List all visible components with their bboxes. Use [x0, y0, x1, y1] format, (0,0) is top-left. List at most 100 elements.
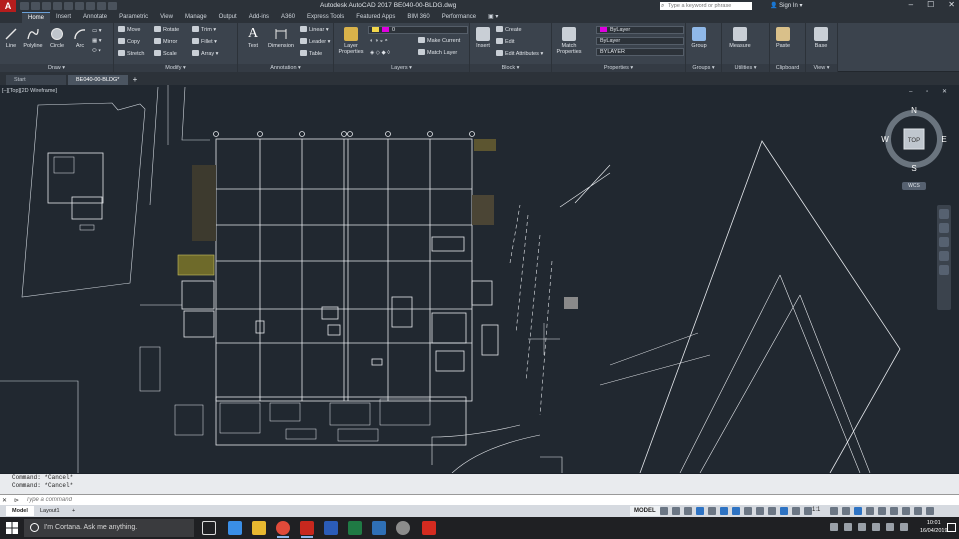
tab-home[interactable]: Home	[22, 12, 51, 23]
open-file-icon[interactable]	[31, 2, 40, 10]
add-layout-button[interactable]: +	[66, 506, 81, 516]
paste-button[interactable]: Paste	[772, 27, 794, 49]
acrobat-icon[interactable]	[422, 521, 436, 535]
tab-manage[interactable]: Manage	[179, 12, 213, 23]
annotation-monitor-icon[interactable]	[842, 507, 850, 515]
steering-wheel-icon[interactable]	[939, 209, 949, 219]
edge-browser-icon[interactable]	[228, 521, 242, 535]
ellipse-icon[interactable]: ⬭ ▾	[92, 47, 101, 55]
workspace-dropdown-icon[interactable]	[108, 2, 117, 10]
transparency-icon[interactable]	[756, 507, 764, 515]
mirror-button[interactable]: Mirror	[154, 38, 177, 46]
autoscale-icon[interactable]	[792, 507, 800, 515]
hatch-icon[interactable]: ▦ ▾	[92, 37, 102, 45]
workspace-switch-icon[interactable]	[830, 507, 838, 515]
annotation-visibility-icon[interactable]	[780, 507, 788, 515]
annotation-scale-icon[interactable]	[804, 507, 812, 515]
system-clock[interactable]: 10:01 16/04/2019	[920, 519, 948, 535]
plot-icon[interactable]	[64, 2, 73, 10]
tab-model[interactable]: Model	[6, 506, 34, 516]
model-space-toggle[interactable]: MODEL	[630, 506, 660, 516]
table-button[interactable]: Table	[300, 50, 322, 58]
polar-tracking-icon[interactable]	[696, 507, 704, 515]
tab-annotate[interactable]: Annotate	[77, 12, 113, 23]
chrome-icon[interactable]	[276, 521, 290, 538]
array-button[interactable]: Array ▾	[192, 50, 218, 58]
layer-properties-button[interactable]: Layer Properties	[336, 27, 366, 55]
object-snap-tracking-icon[interactable]	[720, 507, 728, 515]
task-view-icon[interactable]	[202, 521, 216, 535]
linear-dim-button[interactable]: Linear ▾	[300, 26, 329, 34]
clean-screen-icon[interactable]	[914, 507, 922, 515]
application-menu-button[interactable]: A	[0, 0, 16, 12]
help-search-input[interactable]: ⌕ Type a keyword or phrase	[660, 2, 752, 10]
tab-insert[interactable]: Insert	[50, 12, 77, 23]
insert-block-button[interactable]: Insert	[472, 27, 494, 49]
new-tab-button[interactable]: +	[130, 75, 140, 85]
command-input[interactable]	[26, 495, 326, 505]
modify-panel-title[interactable]: Modify ▾	[114, 64, 237, 72]
outlook-icon[interactable]	[372, 521, 386, 535]
trim-button[interactable]: Trim ▾	[192, 26, 216, 34]
tab-view[interactable]: View	[154, 12, 179, 23]
close-window-button[interactable]: ✕	[948, 0, 955, 9]
measure-button[interactable]: Measure	[726, 27, 754, 49]
lineweight-dropdown[interactable]: BYLAYER	[596, 48, 684, 56]
compass-west-label[interactable]: W	[881, 135, 889, 144]
match-layer-button[interactable]: Match Layer	[418, 49, 457, 57]
text-button[interactable]: A Text	[242, 27, 264, 50]
layers-panel-title[interactable]: Layers ▾	[334, 64, 469, 72]
base-view-button[interactable]: Base	[810, 27, 832, 49]
line-button[interactable]: Line	[0, 27, 22, 49]
rectangle-icon[interactable]: ▭ ▾	[92, 27, 102, 35]
tab-parametric[interactable]: Parametric	[113, 12, 154, 23]
annotation-panel-title[interactable]: Annotation ▾	[238, 64, 333, 72]
tab-start[interactable]: Start	[6, 75, 66, 85]
command-prompt-icon[interactable]: ⊳	[14, 497, 19, 504]
pan-icon[interactable]	[939, 223, 949, 233]
color-dropdown[interactable]: ByLayer	[596, 26, 684, 34]
create-block-button[interactable]: Create	[496, 26, 522, 34]
tab-bim-360[interactable]: BIM 360	[401, 12, 435, 23]
wifi-icon[interactable]	[900, 523, 908, 531]
grid-icon[interactable]	[660, 507, 668, 515]
layer-dropdown[interactable]: 0	[368, 26, 468, 34]
share-icon[interactable]	[97, 2, 106, 10]
redo-icon[interactable]	[86, 2, 95, 10]
linetype-dropdown[interactable]: ByLayer	[596, 37, 684, 45]
object-snap-icon[interactable]	[732, 507, 740, 515]
rotate-button[interactable]: Rotate	[154, 26, 179, 34]
arc-button[interactable]: Arc	[69, 27, 91, 49]
edit-attributes-button[interactable]: Edit Attributes ▾	[496, 50, 543, 58]
tab-add-ins[interactable]: Add-ins	[243, 12, 275, 23]
quick-properties-icon[interactable]	[866, 507, 874, 515]
tab-performance[interactable]: Performance	[436, 12, 482, 23]
app-icon[interactable]	[396, 521, 410, 535]
circle-button[interactable]: Circle	[46, 27, 68, 49]
annotation-scale-value[interactable]: 1:1	[812, 507, 820, 513]
wcs-menu[interactable]: WCS	[902, 182, 926, 190]
autocad-taskbar-icon[interactable]	[300, 521, 314, 538]
volume-icon[interactable]	[872, 523, 880, 531]
onedrive-icon[interactable]	[858, 523, 866, 531]
hardware-acceleration-icon[interactable]	[902, 507, 910, 515]
layer-tools-row-1[interactable]: ◐ ◑ ◒ ◓	[370, 37, 388, 45]
selection-cycling-icon[interactable]	[768, 507, 776, 515]
viewport-window-controls[interactable]: – ▫ ✕	[909, 88, 953, 95]
lineweight-icon[interactable]	[744, 507, 752, 515]
block-panel-title[interactable]: Block ▾	[470, 64, 551, 72]
isolate-objects-icon[interactable]	[890, 507, 898, 515]
edit-block-button[interactable]: Edit	[496, 38, 514, 46]
sign-in-button[interactable]: 👤 Sign In ▾	[770, 2, 803, 9]
polyline-button[interactable]: Polyline	[22, 27, 44, 49]
dimension-button[interactable]: Dimension	[266, 27, 296, 49]
ribbon-minimize-toggle[interactable]: ▣ ▾	[482, 12, 504, 23]
save-icon[interactable]	[42, 2, 51, 10]
clipboard-panel-title[interactable]: Clipboard	[770, 64, 805, 72]
language-icon[interactable]	[886, 523, 894, 531]
stretch-button[interactable]: Stretch	[118, 50, 144, 58]
excel-icon[interactable]	[348, 521, 362, 535]
isodraft-icon[interactable]	[708, 507, 716, 515]
minimize-button[interactable]: –	[909, 0, 913, 9]
showmotion-icon[interactable]	[939, 265, 949, 275]
